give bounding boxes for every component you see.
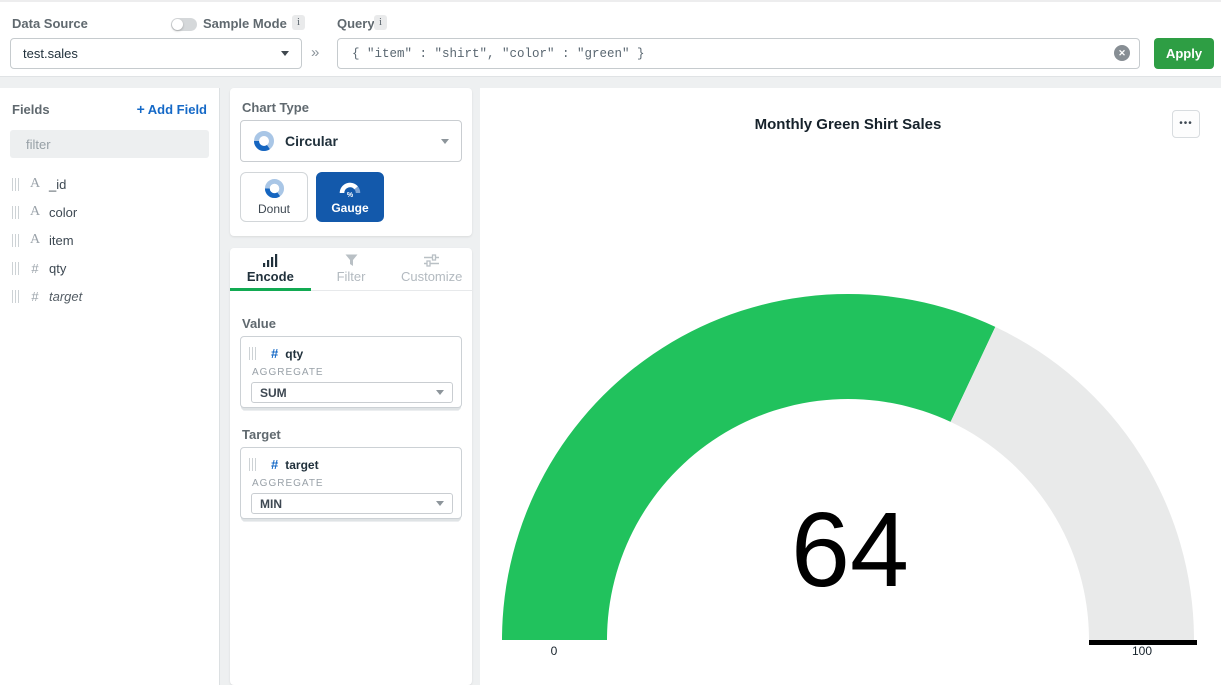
field-row-target[interactable]: # target [0, 282, 219, 310]
gauge-track-arc [951, 327, 1194, 640]
chevron-down-icon [436, 501, 444, 506]
sliders-icon [424, 254, 439, 267]
svg-text:%: % [347, 192, 354, 198]
target-aggregate-select[interactable]: MIN [251, 493, 453, 514]
chevron-down-icon [436, 390, 444, 395]
string-type-icon: A [27, 232, 43, 248]
tab-filter[interactable]: Filter [311, 248, 392, 290]
chevron-down-icon [441, 139, 449, 144]
number-type-icon: # [271, 457, 278, 472]
subtype-donut-label: Donut [258, 202, 290, 216]
tab-customize-label: Customize [401, 269, 462, 284]
info-icon[interactable]: i [374, 15, 387, 30]
value-section-label: Value [242, 316, 276, 331]
top-bar: Data Source Sample Mode i Query i test.s… [0, 0, 1221, 77]
gauge-max-label: 100 [1132, 644, 1152, 658]
data-source-label: Data Source [12, 16, 88, 31]
subtype-gauge-button[interactable]: % Gauge [316, 172, 384, 222]
chart-builder-app: Data Source Sample Mode i Query i test.s… [0, 0, 1221, 685]
tab-encode-label: Encode [247, 269, 294, 284]
field-filter-box [10, 130, 209, 158]
chart-type-value: Circular [285, 133, 338, 149]
value-field-name: qty [285, 347, 303, 361]
info-icon[interactable]: i [292, 15, 305, 30]
sample-mode-label: Sample Mode [203, 16, 287, 31]
sample-mode-toggle[interactable] [171, 18, 197, 31]
subtype-gauge-label: Gauge [331, 201, 368, 215]
target-field-name: target [285, 458, 318, 472]
number-type-icon: # [271, 346, 278, 361]
tab-encode[interactable]: Encode [230, 248, 311, 290]
field-name: color [49, 205, 77, 220]
gauge-min-label: 0 [551, 644, 558, 658]
query-bar: ✕ [337, 38, 1140, 69]
apply-button[interactable]: Apply [1154, 38, 1214, 69]
gauge-value-arc [502, 294, 995, 640]
encode-tabs: Encode Filter Customize [230, 248, 472, 291]
plus-icon: + [137, 101, 145, 117]
target-field-pill[interactable]: # target [241, 448, 461, 472]
value-field-card: # qty AGGREGATE SUM [240, 336, 462, 408]
field-row-qty[interactable]: # qty [0, 254, 219, 282]
drag-handle-icon [12, 234, 19, 247]
tab-filter-label: Filter [337, 269, 366, 284]
field-list: A _id A color A item # qty # target [0, 170, 219, 310]
add-field-button[interactable]: +Add Field [137, 101, 207, 117]
double-chevron-icon: » [311, 44, 319, 61]
number-type-icon: # [27, 289, 43, 304]
drag-handle-icon [249, 347, 256, 360]
drag-handle-icon [12, 178, 19, 191]
drag-handle-icon [249, 458, 256, 471]
string-type-icon: A [27, 204, 43, 220]
field-name: item [49, 233, 74, 248]
data-source-value: test.sales [23, 46, 78, 61]
drag-handle-icon [12, 206, 19, 219]
string-type-icon: A [27, 176, 43, 192]
funnel-icon [345, 254, 358, 267]
chart-preview-card: Monthly Green Shirt Sales ••• 64 0 100 [480, 88, 1221, 685]
value-aggregate-select[interactable]: SUM [251, 382, 453, 403]
bar-chart-icon [263, 254, 278, 267]
chart-type-select[interactable]: Circular [240, 120, 462, 162]
chart-type-title: Chart Type [242, 100, 309, 115]
toggle-knob [172, 19, 183, 30]
query-input[interactable] [337, 38, 1140, 69]
field-row-item[interactable]: A item [0, 226, 219, 254]
aggregate-label: AGGREGATE [252, 367, 324, 378]
chevron-down-icon [281, 51, 289, 56]
field-name: qty [49, 261, 66, 276]
value-field-pill[interactable]: # qty [241, 337, 461, 361]
field-filter-input[interactable] [26, 137, 202, 152]
subtype-donut-button[interactable]: Donut [240, 172, 308, 222]
target-aggregate-value: MIN [260, 497, 282, 511]
donut-icon [264, 178, 285, 199]
add-field-label: Add Field [148, 102, 207, 117]
gauge-icon: % [339, 180, 361, 198]
target-section-label: Target [242, 427, 281, 442]
value-aggregate-value: SUM [260, 386, 287, 400]
number-type-icon: # [27, 261, 43, 276]
query-label: Query [337, 16, 375, 31]
field-name: _id [49, 177, 66, 192]
chart-type-card: Chart Type Circular Donut % Gauge [230, 88, 472, 236]
field-row-color[interactable]: A color [0, 198, 219, 226]
data-source-select[interactable]: test.sales [10, 38, 302, 69]
close-icon[interactable]: ✕ [1114, 45, 1130, 61]
gauge-value: 64 [791, 497, 909, 603]
donut-icon [253, 130, 275, 152]
field-row-id[interactable]: A _id [0, 170, 219, 198]
aggregate-label: AGGREGATE [252, 478, 324, 489]
fields-title: Fields [12, 102, 50, 117]
field-name: target [49, 289, 82, 304]
tab-customize[interactable]: Customize [391, 248, 472, 290]
target-field-card: # target AGGREGATE MIN [240, 447, 462, 519]
drag-handle-icon [12, 290, 19, 303]
fields-panel: Fields +Add Field A _id A color [0, 88, 220, 685]
active-tab-underline [230, 288, 311, 291]
encode-card: Encode Filter Customize Value [230, 248, 472, 685]
drag-handle-icon [12, 262, 19, 275]
